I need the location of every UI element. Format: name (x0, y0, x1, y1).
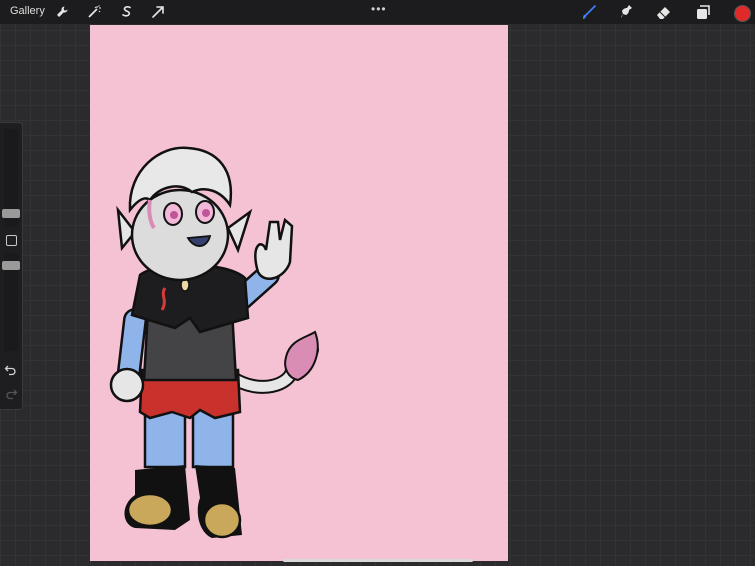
brush-size-thumb[interactable] (2, 209, 20, 218)
drawing-canvas[interactable] (90, 25, 508, 561)
artwork-character (109, 146, 319, 539)
more-options-icon[interactable]: ••• (371, 2, 387, 16)
left-sidebar (0, 122, 23, 410)
brush-size-slider[interactable] (2, 129, 20, 227)
magic-wand-icon[interactable] (86, 4, 102, 20)
transform-arrow-icon[interactable] (150, 4, 166, 20)
smudge-icon[interactable] (617, 3, 635, 21)
gallery-button[interactable]: Gallery (10, 5, 45, 17)
modify-button[interactable] (6, 235, 17, 246)
layers-icon[interactable] (694, 3, 712, 21)
top-toolbar: Gallery ••• (0, 0, 755, 24)
undo-icon[interactable] (4, 363, 18, 377)
redo-icon[interactable] (4, 387, 18, 401)
eraser-icon[interactable] (655, 3, 673, 21)
opacity-slider[interactable] (2, 253, 20, 351)
color-picker-button[interactable] (734, 5, 751, 22)
selection-s-icon[interactable] (118, 4, 134, 20)
opacity-thumb[interactable] (2, 261, 20, 270)
brush-icon[interactable] (580, 3, 598, 21)
wrench-icon[interactable] (54, 4, 70, 20)
home-indicator (283, 559, 473, 562)
